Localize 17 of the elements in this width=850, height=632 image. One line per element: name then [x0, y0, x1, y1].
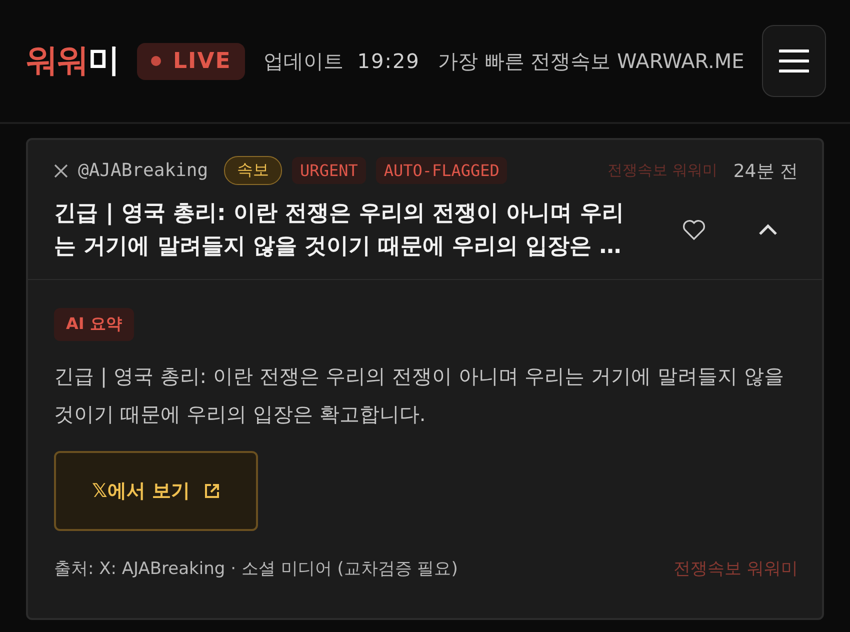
tagline: 가장 빠른 전쟁속보 WARWAR.ME	[438, 48, 744, 74]
footer-brand: 전쟁속보 워워미	[674, 558, 798, 580]
update-label: 업데이트	[263, 48, 344, 74]
headline: 긴급 | 영국 총리: 이란 전쟁은 우리의 전쟁이 아니며 우리는 거기에 말려들지 않을 것이기 때문에 우리의 입장은 …	[54, 200, 625, 261]
live-badge: LIVE	[137, 42, 246, 80]
tag: URGENT	[292, 157, 366, 184]
tag: 속보	[224, 156, 282, 185]
view-on-x-button[interactable]: 𝕏에서 보기	[54, 451, 258, 531]
source-note: 출처: X: AJABreaking · 소셜 미디어 (교차검증 필요)	[54, 558, 458, 580]
update-time: 19:29	[357, 49, 420, 73]
summary-text: 긴급 | 영국 총리: 이란 전쟁은 우리의 전쟁이 아니며 우리는 거기에 말려들지 않을 것이기 때문에 우리의 입장은 확고합니다.	[54, 363, 785, 428]
author-handle: @AJABreaking	[78, 160, 208, 181]
source-label: 전쟁속보 워워미	[608, 161, 718, 180]
logo: 워워미	[26, 40, 119, 81]
tag: AUTO-FLAGGED	[376, 157, 508, 184]
ai-summary-badge: AI 요약	[54, 308, 134, 341]
post-time: 24분 전	[733, 160, 798, 182]
